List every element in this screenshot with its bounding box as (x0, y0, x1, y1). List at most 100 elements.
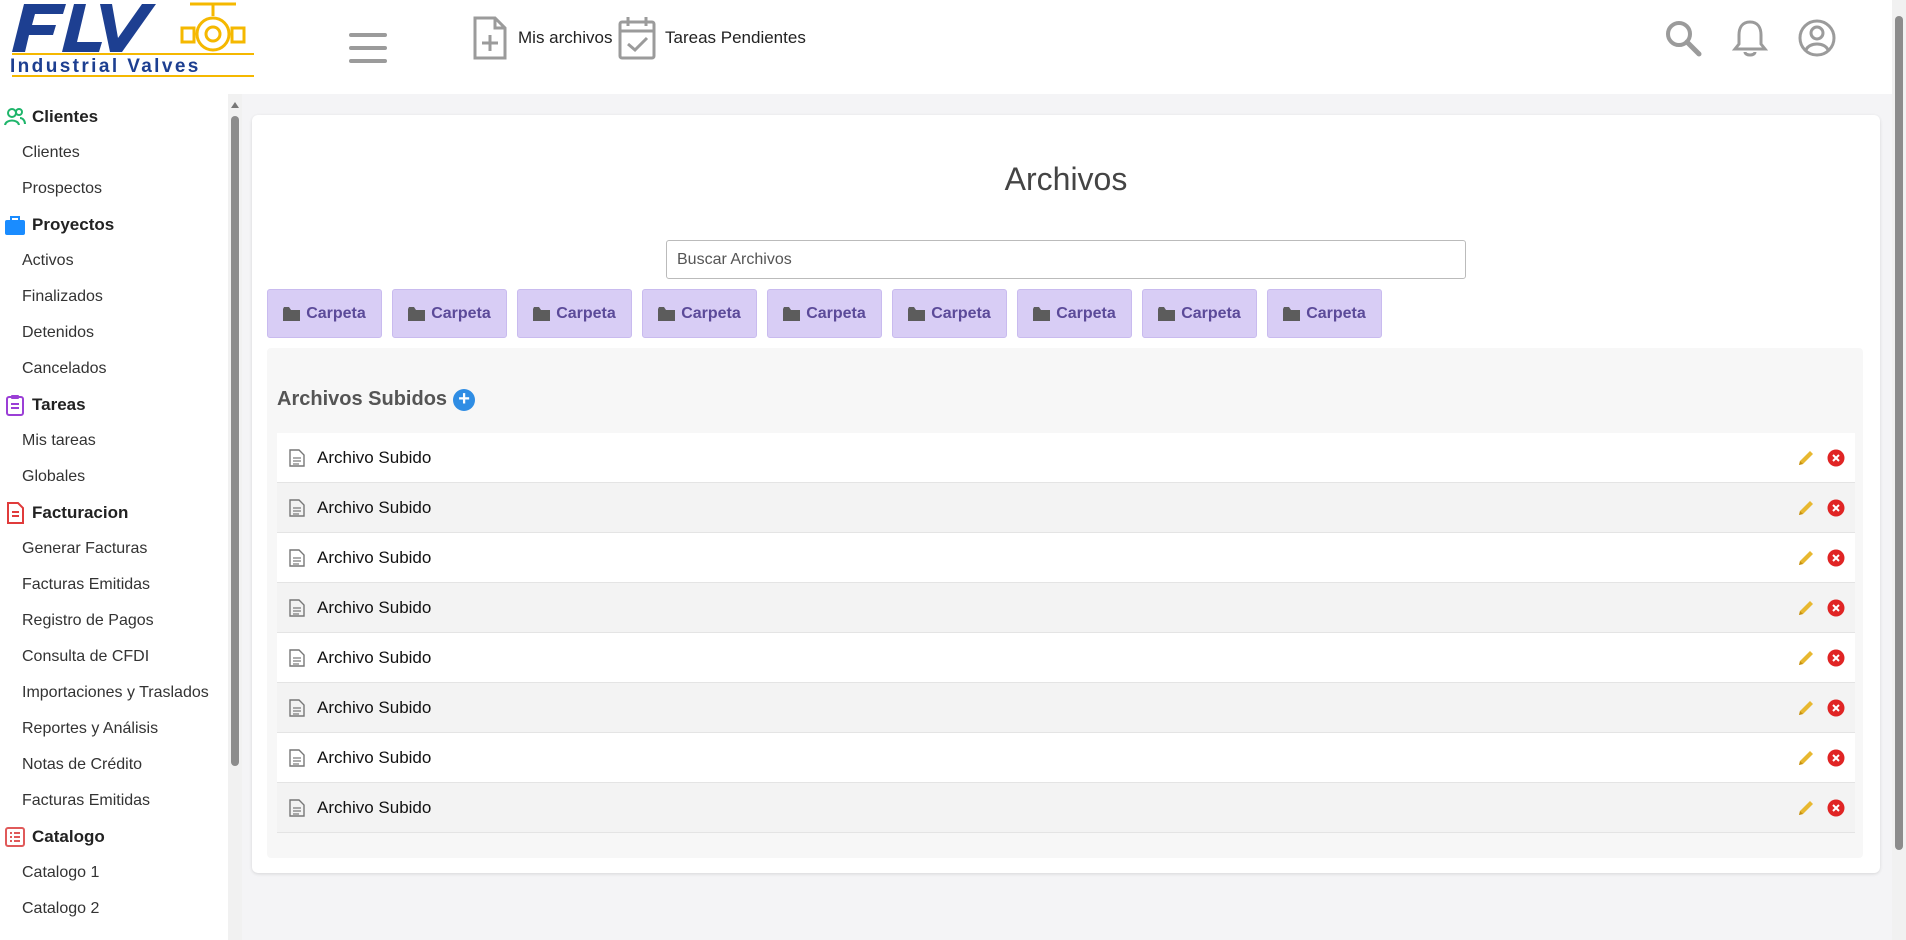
file-row[interactable]: Archivo Subido (277, 733, 1855, 783)
page-scrollbar[interactable] (1892, 0, 1906, 940)
folder-button[interactable]: Carpeta (1142, 289, 1257, 338)
folder-button[interactable]: Carpeta (892, 289, 1007, 338)
menu-toggle-button[interactable] (349, 33, 387, 63)
list-icon (5, 827, 25, 847)
sidebar-scrollbar[interactable] (228, 94, 242, 940)
sidebar-item-prospectos[interactable]: Prospectos (0, 171, 228, 207)
sidebar-scrollbar-thumb[interactable] (231, 116, 239, 766)
sidebar-item-facturas-emitidas[interactable]: Facturas Emitidas (0, 567, 228, 603)
search-files-input[interactable] (666, 240, 1466, 279)
sidebar-item-registro-pagos[interactable]: Registro de Pagos (0, 603, 228, 639)
file-row[interactable]: Archivo Subido (277, 583, 1855, 633)
add-file-button[interactable]: + (453, 388, 476, 411)
folder-button[interactable]: Carpeta (767, 289, 882, 338)
delete-icon[interactable] (1827, 549, 1845, 567)
sidebar-section-tareas[interactable]: Tareas (0, 387, 228, 423)
folder-label: Carpeta (1056, 304, 1116, 322)
sidebar-item-consulta-cfdi[interactable]: Consulta de CFDI (0, 639, 228, 675)
sidebar-section-label: Catalogo (32, 827, 105, 846)
pencil-icon[interactable] (1797, 599, 1815, 617)
logo-text: Industrial Valves (10, 56, 201, 77)
file-row[interactable]: Archivo Subido (277, 533, 1855, 583)
folder-button[interactable]: Carpeta (642, 289, 757, 338)
sidebar-item-notas-credito[interactable]: Notas de Crédito (0, 747, 228, 783)
pencil-icon[interactable] (1797, 449, 1815, 467)
file-row[interactable]: Archivo Subido (277, 633, 1855, 683)
hamburger-bar (349, 59, 387, 63)
folder-label: Carpeta (806, 304, 866, 322)
sidebar-item-globales[interactable]: Globales (0, 459, 228, 495)
pencil-icon[interactable] (1797, 549, 1815, 567)
sidebar-item-detenidos[interactable]: Detenidos (0, 315, 228, 351)
file-plus-icon (473, 16, 507, 60)
file-name: Archivo Subido (317, 547, 432, 567)
file-row[interactable]: Archivo Subido (277, 683, 1855, 733)
sidebar-section-proyectos[interactable]: Proyectos (0, 207, 228, 243)
folder-icon (1033, 306, 1051, 321)
folder-button[interactable]: Carpeta (1267, 289, 1382, 338)
document-icon (289, 698, 305, 717)
file-name: Archivo Subido (317, 447, 432, 467)
delete-icon[interactable] (1827, 649, 1845, 667)
sidebar-item-reportes[interactable]: Reportes y Análisis (0, 711, 228, 747)
folder-button[interactable]: Carpeta (267, 289, 382, 338)
file-name: Archivo Subido (317, 597, 432, 617)
document-icon (289, 798, 305, 817)
sidebar-item-catalogo-2[interactable]: Catalogo 2 (0, 891, 228, 927)
delete-icon[interactable] (1827, 799, 1845, 817)
document-icon (289, 598, 305, 617)
pencil-icon[interactable] (1797, 799, 1815, 817)
pencil-icon[interactable] (1797, 649, 1815, 667)
folder-icon (1158, 306, 1176, 321)
scroll-up-arrow-icon[interactable] (231, 102, 239, 108)
pending-tasks-link[interactable]: Tareas Pendientes (617, 15, 806, 61)
sidebar-item-facturas-emitidas-2[interactable]: Facturas Emitidas (0, 783, 228, 819)
bell-icon[interactable] (1730, 18, 1770, 58)
page-scrollbar-thumb[interactable] (1895, 16, 1903, 850)
my-files-link[interactable]: Mis archivos (470, 15, 612, 61)
document-icon (289, 648, 305, 667)
file-row[interactable]: Archivo Subido (277, 433, 1855, 483)
sidebar-section-catalogo[interactable]: Catalogo (0, 819, 228, 855)
folder-label: Carpeta (681, 304, 741, 322)
file-row[interactable]: Archivo Subido (277, 783, 1855, 833)
files-card: Archivos Carpeta Carpeta Carpeta Carpeta… (252, 115, 1880, 873)
search-icon[interactable] (1663, 18, 1703, 58)
pencil-icon[interactable] (1797, 699, 1815, 717)
users-icon (4, 108, 26, 126)
sidebar-item-activos[interactable]: Activos (0, 243, 228, 279)
sidebar-section-clientes[interactable]: Clientes (0, 99, 228, 135)
document-icon (289, 498, 305, 517)
folder-button[interactable]: Carpeta (1017, 289, 1132, 338)
delete-icon[interactable] (1827, 599, 1845, 617)
company-logo[interactable]: Industrial Valves (4, 0, 254, 80)
page-title: Archivos (1004, 161, 1128, 197)
document-icon (289, 448, 305, 467)
sidebar-section-label: Proyectos (32, 215, 115, 234)
folder-label: Carpeta (556, 304, 616, 322)
folder-button[interactable]: Carpeta (517, 289, 632, 338)
delete-icon[interactable] (1827, 749, 1845, 767)
file-row[interactable]: Archivo Subido (277, 483, 1855, 533)
sidebar-item-clientes[interactable]: Clientes (0, 135, 228, 171)
sidebar-item-cancelados[interactable]: Cancelados (0, 351, 228, 387)
delete-icon[interactable] (1827, 699, 1845, 717)
pencil-icon[interactable] (1797, 749, 1815, 767)
pencil-icon[interactable] (1797, 499, 1815, 517)
sidebar-section-label: Facturacion (32, 503, 129, 522)
user-account-icon[interactable] (1797, 18, 1837, 58)
sidebar-item-importaciones[interactable]: Importaciones y Traslados (0, 675, 228, 711)
folder-button[interactable]: Carpeta (392, 289, 507, 338)
delete-icon[interactable] (1827, 499, 1845, 517)
file-name: Archivo Subido (317, 697, 432, 717)
sidebar-item-mis-tareas[interactable]: Mis tareas (0, 423, 228, 459)
document-icon (289, 748, 305, 767)
file-list: Archivo Subido Archivo Subido Archivo Su… (277, 433, 1855, 833)
delete-icon[interactable] (1827, 449, 1845, 467)
sidebar-item-finalizados[interactable]: Finalizados (0, 279, 228, 315)
pending-tasks-label: Tareas Pendientes (665, 28, 806, 47)
folder-label: Carpeta (1306, 304, 1366, 322)
sidebar-item-generar-facturas[interactable]: Generar Facturas (0, 531, 228, 567)
sidebar-section-facturacion[interactable]: Facturacion (0, 495, 228, 531)
sidebar-item-catalogo-1[interactable]: Catalogo 1 (0, 855, 228, 891)
